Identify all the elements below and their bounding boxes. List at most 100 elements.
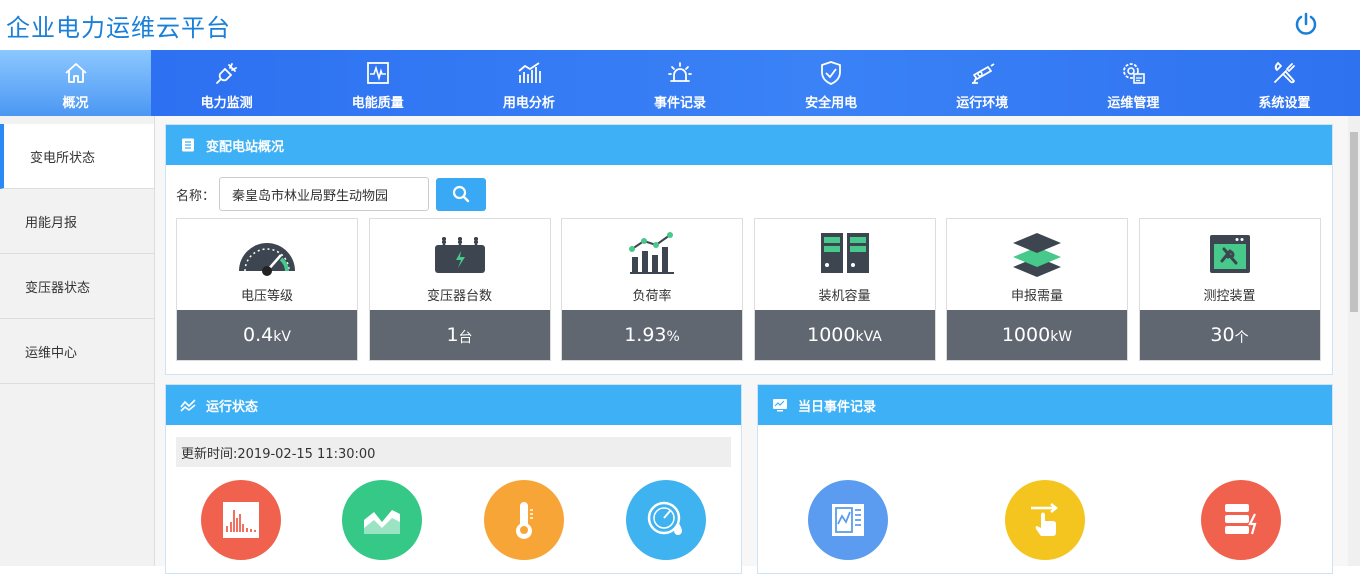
app-title: 企业电力运维云平台 [6, 14, 231, 42]
stat-unit: % [666, 329, 680, 345]
gear-calendar-icon [1123, 63, 1146, 84]
nav-item-safe-usage[interactable]: 安全用电 [756, 50, 907, 116]
nav-label: 系统设置 [1258, 96, 1311, 111]
panel-header: 当日事件记录 [758, 385, 1332, 425]
stat-value-box: 1000 kVA [754, 310, 935, 360]
stat-unit: kW [1050, 329, 1073, 345]
daily-events-panel: 当日事件记录 [757, 384, 1333, 574]
main-content: 变配电站概况 名称： 电压等级 0.4kV 变压器台数 1台 负荷率 [155, 116, 1348, 574]
stat-label: 负荷率 [632, 289, 672, 304]
stat-value: 30 [1210, 324, 1235, 346]
stat-label: 变压器台数 [426, 289, 492, 304]
server-alert-icon[interactable] [1201, 480, 1281, 560]
stat-unit: 个 [1234, 330, 1249, 346]
panel-header: 变配电站概况 [166, 125, 1332, 165]
top-bar: 企业电力运维云平台 [0, 0, 1360, 50]
nav-item-environment[interactable]: 运行环境 [907, 50, 1058, 116]
stat-value: 1.93 [624, 324, 667, 346]
search-button[interactable] [436, 177, 487, 211]
spectrum-icon[interactable] [201, 480, 281, 560]
nav-item-usage-analysis[interactable]: 用电分析 [453, 50, 604, 116]
stat-unit: 台 [458, 330, 473, 346]
sidebar: 变电所状态 用能月报 变压器状态 运维中心 [0, 116, 155, 566]
layers-icon [1013, 233, 1061, 277]
nav-item-system-settings[interactable]: 系统设置 [1209, 50, 1360, 116]
stat-value-box: 1000 kW [947, 310, 1127, 360]
touch-icon[interactable] [1005, 480, 1085, 560]
bar-chart-icon [518, 62, 541, 83]
server-icon [820, 233, 869, 273]
stat-card: 申报需量 1000 kW [946, 218, 1128, 361]
sidebar-item-ops-center[interactable]: 运维中心 [0, 319, 154, 384]
stat-value: 1000 [1001, 324, 1051, 346]
panel-header: 运行状态 [166, 385, 741, 425]
stat-value: 0.4 [243, 324, 274, 346]
sidebar-item-label: 变压器状态 [25, 280, 91, 296]
sidebar-item-transformer-status[interactable]: 变压器状态 [0, 254, 154, 319]
thermometer-icon[interactable] [484, 480, 564, 560]
overview-panel: 变配电站概况 名称： 电压等级 0.4kV 变压器台数 1台 负荷率 [165, 124, 1333, 375]
power-icon[interactable] [1293, 11, 1319, 37]
sidebar-item-label: 用能月报 [25, 215, 78, 231]
stat-label: 申报需量 [1010, 289, 1063, 304]
nav-item-event-log[interactable]: 事件记录 [604, 50, 755, 116]
stat-value: 1000 [807, 324, 856, 346]
search-label: 名称： [176, 188, 216, 204]
stat-value-box: 30 个 [1139, 310, 1320, 360]
list-icon [182, 138, 194, 152]
stat-card: 装机容量 1000 kVA [753, 218, 936, 361]
running-status-panel: 运行状态 更新时间:2019-02-15 11:30:00 [165, 384, 742, 574]
gauge-icon [239, 243, 295, 276]
sidebar-item-monthly-report[interactable]: 用能月报 [0, 189, 154, 254]
stat-value: 1 [446, 324, 459, 346]
stat-label: 电压等级 [240, 289, 293, 304]
area-chart-icon[interactable] [342, 480, 422, 560]
panel-title: 当日事件记录 [798, 399, 877, 415]
nav-label: 概况 [62, 96, 89, 111]
monitor-icon [773, 399, 787, 412]
panel-title: 变配电站概况 [206, 139, 285, 155]
stats-row: 电压等级 0.4 kV 变压器台数 1台 负荷率 1.93% 装机容量 1000 k… [176, 218, 1331, 361]
nav-label: 事件记录 [653, 96, 706, 111]
vertical-scrollbar[interactable] [1348, 116, 1360, 566]
stat-card: 测控装置 30 个 [1138, 218, 1321, 361]
camera-icon [972, 63, 995, 84]
stat-card: 变压器台数 1台 [368, 218, 551, 361]
waveform-icon [366, 62, 389, 84]
scrollbar-thumb[interactable] [1350, 132, 1358, 312]
sidebar-item-label: 变电所状态 [30, 150, 96, 166]
sidebar-item-substation-status[interactable]: 变电所状态 [0, 124, 154, 189]
device-icon [1209, 235, 1250, 273]
nav-label: 运行环境 [956, 96, 1009, 111]
nav-label: 电力监测 [200, 96, 253, 111]
trend-icon [180, 399, 196, 412]
search-row: 名称： [176, 177, 487, 211]
home-icon [64, 63, 87, 83]
nav-item-power-quality[interactable]: 电能质量 [302, 50, 453, 116]
transformer-icon [434, 237, 485, 273]
nav-item-power-monitor[interactable]: 电力监测 [151, 50, 302, 116]
plug-icon [215, 63, 237, 84]
update-time: 更新时间:2019-02-15 11:30:00 [176, 437, 731, 467]
name-search-input[interactable] [219, 177, 430, 211]
stat-card: 负荷率 1.93% [561, 218, 743, 361]
load-chart-icon [629, 232, 674, 274]
nav-label: 用电分析 [502, 96, 555, 111]
tools-icon [1274, 62, 1296, 84]
stat-label: 测控装置 [1203, 289, 1256, 304]
nav-item-overview[interactable]: 概况 [0, 50, 152, 116]
nav-label: 安全用电 [805, 96, 858, 111]
stat-value-box: 1.93% [562, 310, 742, 360]
nav-item-maintenance[interactable]: 运维管理 [1058, 50, 1209, 116]
panel-title: 运行状态 [206, 399, 259, 415]
report-icon[interactable] [808, 480, 888, 560]
sidebar-item-label: 运维中心 [25, 345, 78, 361]
main-nav: 概况 电力监测 电能质量 用电分析 事件记录 安全用电 运行环境 运维管理 系统… [0, 50, 1360, 116]
search-icon [452, 185, 470, 203]
alarm-light-icon [668, 62, 692, 82]
nav-label: 电能质量 [351, 96, 404, 111]
pressure-gauge-icon[interactable] [626, 480, 706, 560]
shield-check-icon [821, 61, 841, 85]
nav-label: 运维管理 [1107, 96, 1160, 111]
stat-unit: kVA [855, 329, 882, 345]
